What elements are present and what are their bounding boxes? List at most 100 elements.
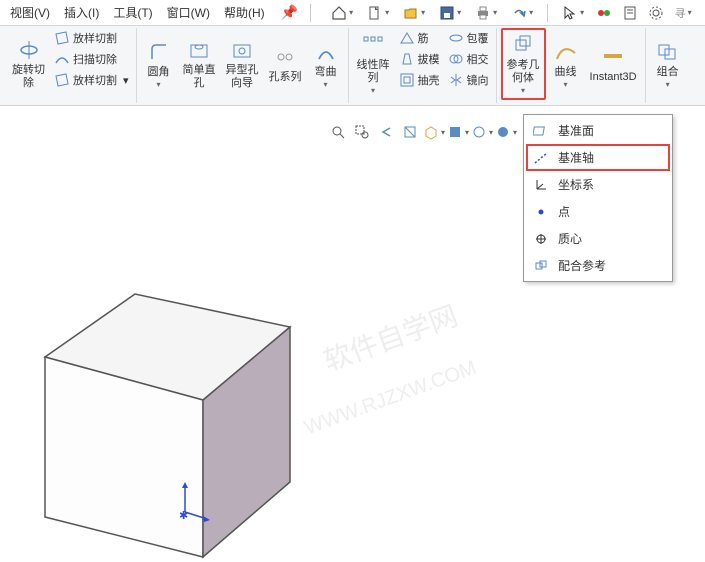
coordsys-icon [532,177,550,193]
separator [547,4,548,22]
label: 旋转切 除 [12,64,45,90]
home-button[interactable]: ▾ [325,2,359,24]
menu-tools[interactable]: 工具(T) [107,1,158,24]
save-icon [439,5,455,21]
display-style-icon [447,124,463,140]
label: 包覆 [467,30,489,46]
label: 扫描切除 [73,51,117,67]
label: 线性阵 列 [357,59,390,85]
point-icon [532,204,550,220]
dropdown-centroid[interactable]: 质心 [526,225,670,252]
prev-view-button[interactable] [375,122,397,142]
appearance-button[interactable]: ▾ [495,122,517,142]
traffic-icon [596,5,612,21]
loft-cut-button[interactable]: 放样切割 [51,28,132,48]
draft-icon [399,51,415,67]
instant3d-button[interactable]: Instant3D [586,28,641,100]
hole-wizard-button[interactable]: 异型孔 向导 [222,28,263,100]
bend-icon [314,40,338,64]
menu-view[interactable]: 视图(V) [4,1,56,24]
dropdown-axis[interactable]: 基准轴 [526,144,670,171]
label: 放样切割 [73,30,117,46]
linear-pattern-icon [361,33,385,57]
linear-pattern-button[interactable]: 线性阵 列▾ [353,28,394,100]
wrap-button[interactable]: 包覆 [445,28,492,48]
open-button[interactable]: ▾ [397,2,431,24]
plane-icon [532,123,550,139]
fillet-button[interactable]: 圆角▾ [141,28,177,100]
label: 抽壳 [418,72,440,88]
dropdown-plane[interactable]: 基准面 [526,117,670,144]
fillet-icon [147,40,171,64]
save-button[interactable]: ▾ [433,2,467,24]
rebuild-button[interactable] [592,2,616,24]
notes-button[interactable] [618,2,642,24]
view-orientation-button[interactable]: ▾ [423,122,445,142]
mirror-icon [448,72,464,88]
new-doc-icon [367,5,383,21]
prev-view-icon [378,124,394,140]
menu-insert[interactable]: 插入(I) [58,1,105,24]
ribbon-group-holes: 圆角▾ 简单直 孔 异型孔 向导 孔系列 弯曲▾ [137,28,349,103]
loft-cut-icon [54,30,70,46]
combine-icon [656,40,680,64]
simple-hole-button[interactable]: 简单直 孔 [179,28,220,100]
pin-icon[interactable]: 📌 [277,4,302,21]
section-icon [402,124,418,140]
menu-window[interactable]: 窗口(W) [161,1,216,24]
view-toolbar: ▾ ▾ ▾ ▾ [325,120,519,144]
label: 坐标系 [558,176,594,193]
svg-text:✱: ✱ [179,510,188,522]
options-button[interactable] [644,2,668,24]
zoom-fit-button[interactable] [327,122,349,142]
mirror-button[interactable]: 镜向 [445,70,492,90]
gear-icon [648,5,664,21]
print-icon [475,5,491,21]
hole-series-button: 孔系列 [265,28,306,100]
ref-geometry-button[interactable]: 参考几 何体▾ [501,28,546,100]
rib-icon [399,30,415,46]
undo-button[interactable]: ▾ [505,2,539,24]
dropdown-coordsys[interactable]: 坐标系 [526,171,670,198]
revolve-cut-button[interactable]: 旋转切 除 [8,28,49,100]
bend-button[interactable]: 弯曲▾ [308,28,344,100]
curve-button[interactable]: 曲线▾ [548,28,584,100]
menu-help[interactable]: 帮助(H) [218,1,271,24]
rib-button[interactable]: 筋 [396,28,443,48]
loft-cut2-button[interactable]: 放样切割▾ [51,70,132,90]
draft-button[interactable]: 拔模 [396,49,443,69]
ribbon-toolbar: 旋转切 除 放样切割 扫描切除 放样切割▾ 圆角▾ 简单直 孔 异型孔 向导 [0,26,705,106]
label: 筋 [418,30,429,46]
display-style-button[interactable]: ▾ [447,122,469,142]
scene-icon [471,124,487,140]
shell-button[interactable]: 抽壳 [396,70,443,90]
combine-button[interactable]: 组合▾ [650,28,686,100]
label: 曲线 [555,66,577,79]
wrap-icon [448,30,464,46]
search-button[interactable]: 寻▾ [670,2,696,24]
new-button[interactable]: ▾ [361,2,395,24]
scene-button[interactable]: ▾ [471,122,493,142]
label: 放样切割 [73,72,117,88]
appearance-icon [495,124,511,140]
ribbon-group-cut: 旋转切 除 放样切割 扫描切除 放样切割▾ [4,28,137,103]
dropdown-point[interactable]: 点 [526,198,670,225]
section-view-button[interactable] [399,122,421,142]
label: 弯曲 [315,66,337,79]
dropdown-mate-ref[interactable]: 配合参考 [526,252,670,279]
menu-bar: 视图(V) 插入(I) 工具(T) 窗口(W) 帮助(H) 📌 ▾ ▾ ▾ ▾ … [0,0,705,26]
zoom-area-button[interactable] [351,122,373,142]
open-icon [403,5,419,21]
sweep-cut-button[interactable]: 扫描切除 [51,49,132,69]
select-button[interactable]: ▾ [556,2,590,24]
orientation-icon [423,124,439,140]
undo-icon [511,5,527,21]
watermark-url: WWW.RJZXW.COM [302,357,480,441]
ribbon-group-combine: 组合▾ [646,28,690,103]
label: 简单直 孔 [183,64,216,90]
cursor-icon [562,5,578,21]
label: 相交 [467,51,489,67]
print-button[interactable]: ▾ [469,2,503,24]
notes-icon [622,5,638,21]
intersect-button[interactable]: 相交 [445,49,492,69]
